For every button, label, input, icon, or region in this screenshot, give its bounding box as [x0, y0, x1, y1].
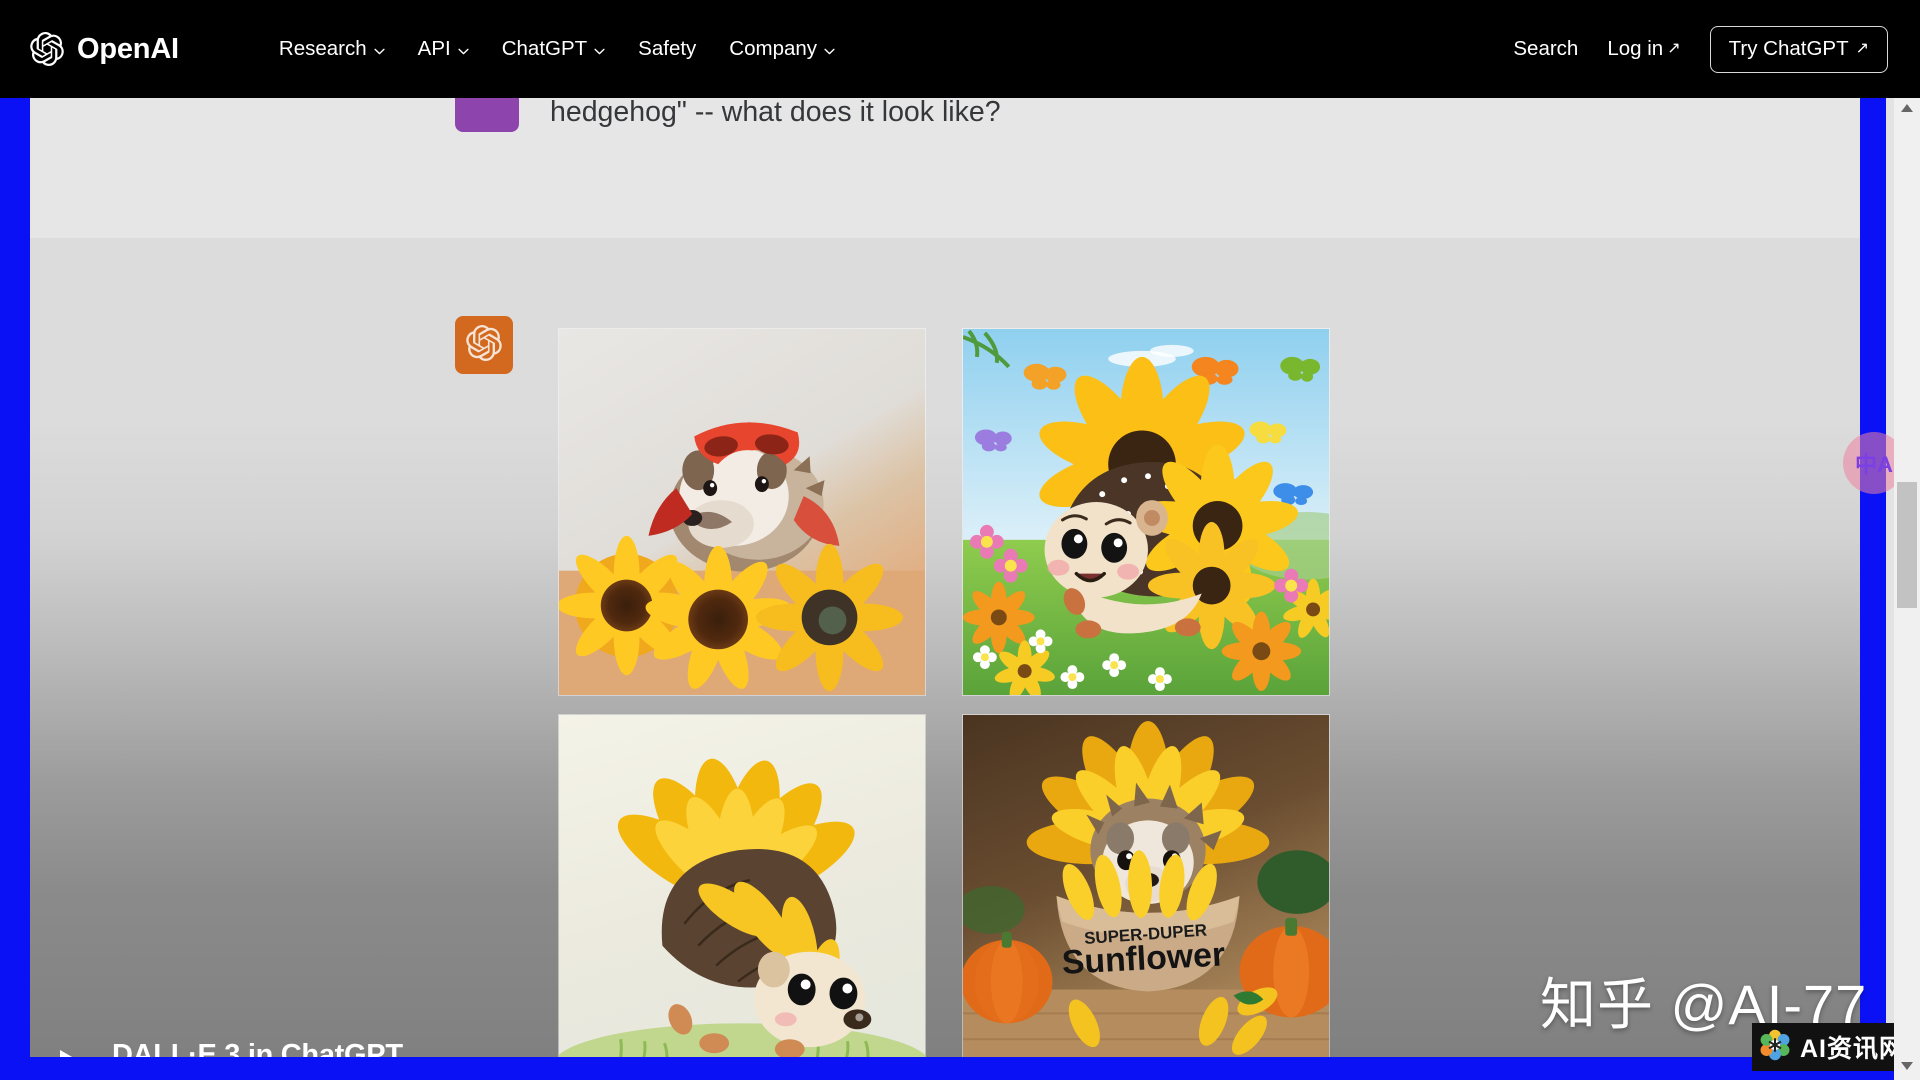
- generated-image-1[interactable]: [558, 328, 926, 696]
- nav-item-company-label: Company: [729, 37, 818, 60]
- generated-image-grid: SUPER-DUPER Sunflower: [558, 328, 1370, 1058]
- scroll-down-arrow-icon[interactable]: [1901, 1062, 1913, 1070]
- video-title: DALL·E 3 in ChatGPT: [112, 1039, 403, 1058]
- nav-item-api[interactable]: API: [418, 37, 469, 61]
- nav-item-company[interactable]: Company: [729, 37, 835, 61]
- try-chatgpt-button[interactable]: Try ChatGPT ↗: [1709, 25, 1888, 73]
- screenshot-root: hedgehog" -- what does it look like? SUP…: [0, 0, 1920, 1080]
- brand-name: OpenAI: [77, 32, 179, 65]
- openai-logo-link[interactable]: OpenAI: [30, 32, 179, 66]
- try-chatgpt-label: Try ChatGPT: [1728, 36, 1849, 60]
- scroll-up-arrow-icon[interactable]: [1901, 104, 1913, 112]
- user-message-text: hedgehog" -- what does it look like?: [550, 98, 1001, 128]
- nav-item-safety[interactable]: Safety: [638, 37, 696, 61]
- nav-item-research[interactable]: Research: [279, 37, 385, 61]
- nav-actions: Search Log in ↗ Try ChatGPT ↗: [1513, 25, 1888, 73]
- openai-logo-icon: [30, 32, 64, 66]
- vertical-scrollbar-thumb[interactable]: [1897, 482, 1917, 608]
- nav-item-chatgpt[interactable]: ChatGPT: [502, 37, 605, 61]
- translate-glyph: 中A: [1855, 452, 1893, 477]
- frame-border-right: [1860, 98, 1886, 1058]
- ai-news-badge: AI资讯网: [1752, 1023, 1916, 1071]
- generated-image-3[interactable]: [558, 714, 926, 1058]
- user-message-block: hedgehog" -- what does it look like?: [30, 98, 1860, 238]
- top-navigation-bar: OpenAI Research API ChatGPT Safety Compa…: [0, 0, 1920, 98]
- arrow-up-right-icon: ↗: [1667, 40, 1681, 57]
- chevron-down-icon: [824, 48, 835, 55]
- assistant-message-block: SUPER-DUPER Sunflower: [30, 238, 1860, 1058]
- search-button[interactable]: Search: [1513, 37, 1578, 61]
- nav-item-research-label: Research: [278, 37, 367, 60]
- generated-image-2[interactable]: [962, 328, 1330, 696]
- assistant-avatar: [455, 316, 513, 374]
- nav-item-safety-label: Safety: [638, 37, 697, 60]
- frame-border-left: [0, 98, 30, 1058]
- ai-news-badge-text: AI资讯网: [1800, 1035, 1906, 1063]
- nav-item-chatgpt-label: ChatGPT: [501, 37, 588, 60]
- frame-border-bottom: [0, 1057, 1920, 1080]
- video-overlay-caption: DALL·E 3 in ChatGPT 1:00: [60, 1038, 403, 1058]
- chat-frame: hedgehog" -- what does it look like? SUP…: [30, 98, 1860, 1058]
- user-avatar: [455, 98, 519, 132]
- chevron-down-icon: [458, 48, 469, 55]
- nav-item-api-label: API: [417, 37, 451, 60]
- chevron-down-icon: [374, 48, 385, 55]
- flower-logo-icon: [1758, 1028, 1792, 1067]
- login-label: Log in: [1607, 37, 1664, 60]
- chevron-down-icon: [594, 48, 605, 55]
- generated-image-4[interactable]: SUPER-DUPER Sunflower: [962, 714, 1330, 1058]
- login-link[interactable]: Log in ↗: [1607, 37, 1680, 61]
- openai-logo-icon: [466, 324, 502, 366]
- primary-nav-links: Research API ChatGPT Safety Company: [279, 37, 835, 61]
- arrow-up-right-icon: ↗: [1855, 39, 1869, 57]
- search-label: Search: [1513, 37, 1579, 60]
